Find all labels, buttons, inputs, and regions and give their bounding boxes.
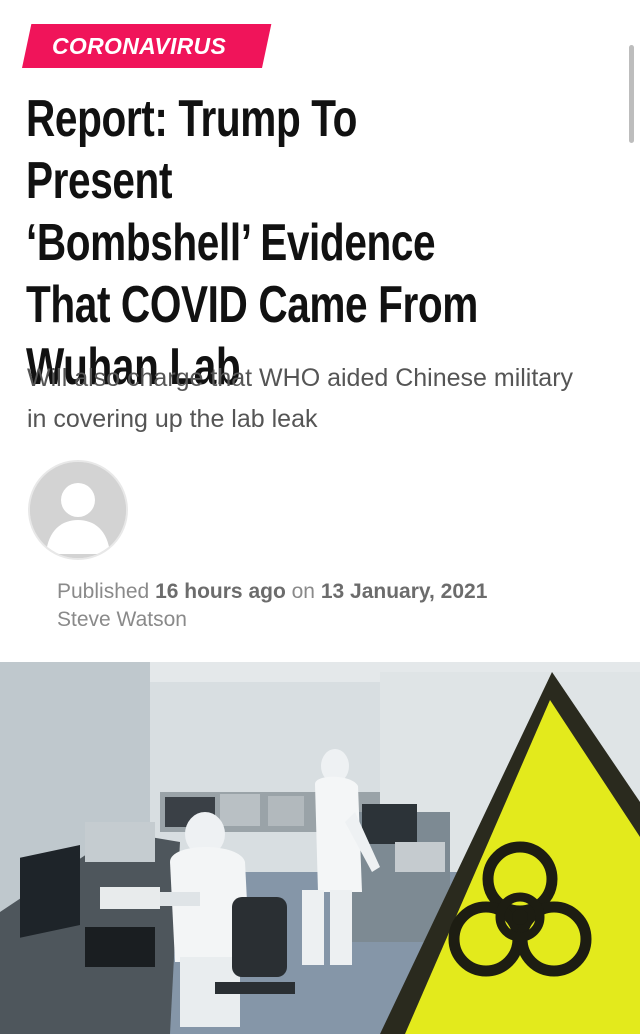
category-tag[interactable]: CORONAVIRUS	[52, 24, 226, 68]
publish-date: 13 January, 2021	[320, 580, 488, 603]
relative-time: 16 hours ago	[155, 580, 286, 603]
published-prefix: Published	[57, 580, 150, 603]
author-avatar[interactable]	[28, 460, 128, 560]
article-image[interactable]	[0, 662, 640, 1034]
lab-photo	[0, 662, 640, 1034]
date-prefix: on	[291, 580, 315, 603]
article-headline: Report: Trump To Present ‘Bombshell’ Evi…	[26, 90, 478, 396]
publish-info: Published 16 hours ago on 13 January, 20…	[57, 578, 487, 606]
user-placeholder-icon	[30, 462, 126, 558]
scrollbar[interactable]	[629, 45, 634, 143]
author-name[interactable]: Steve Watson	[57, 606, 187, 634]
article-subtitle: Will also charge that WHO aided Chinese …	[27, 364, 574, 433]
